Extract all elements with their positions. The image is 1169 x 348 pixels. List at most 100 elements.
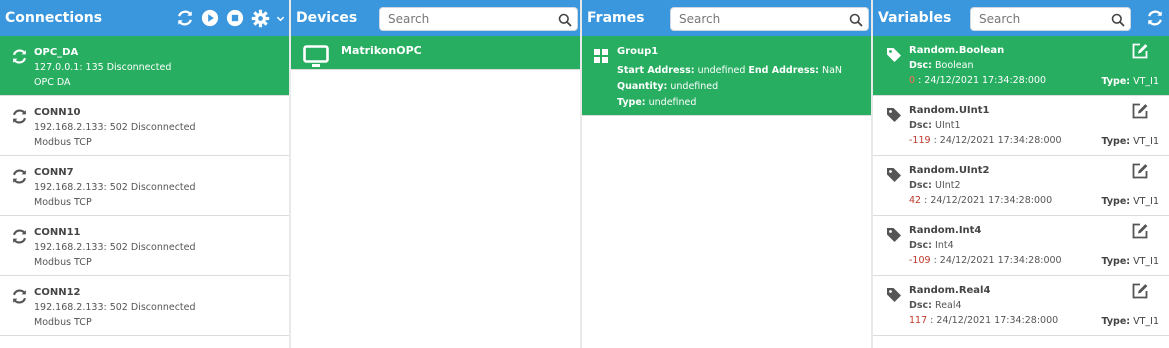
- refresh-icon: [11, 228, 28, 245]
- type-label: Type:: [1101, 136, 1131, 147]
- dsc-label: Dsc:: [909, 60, 932, 71]
- refresh-icon: [11, 108, 28, 125]
- variable-description: Dsc: Int4: [909, 238, 1169, 253]
- connection-item[interactable]: OPC_DA 127.0.0.1: 135 Disconnected OPC D…: [0, 36, 289, 96]
- refresh-icon: [11, 288, 28, 305]
- connection-protocol: Modbus TCP: [34, 317, 92, 328]
- variable-description: Dsc: UInt2: [909, 178, 1169, 193]
- variable-timestamp: : 24/12/2021 17:34:28:000: [927, 315, 1059, 326]
- dsc-label: Dsc:: [909, 240, 932, 251]
- connection-item[interactable]: CONN10 192.168.2.133: 502 Disconnected M…: [0, 96, 289, 156]
- frame-item[interactable]: Group1 Start Address: undefined End Addr…: [582, 36, 871, 116]
- search-icon[interactable]: [1111, 12, 1125, 27]
- connection-name: CONN12: [34, 287, 81, 298]
- variable-item[interactable]: Random.Real4 Dsc: Real4 117 : 24/12/2021…: [873, 276, 1169, 336]
- device-name: MatrikonOPC: [341, 44, 422, 57]
- variable-timestamp: : 24/12/2021 17:34:28:000: [915, 75, 1047, 86]
- edit-icon[interactable]: [1131, 282, 1149, 300]
- edit-icon[interactable]: [1131, 42, 1149, 60]
- tag-icon: [886, 47, 902, 63]
- refresh-icon[interactable]: [175, 8, 195, 28]
- devices-search-input[interactable]: [380, 12, 577, 26]
- quantity-value: undefined: [670, 81, 719, 92]
- play-icon[interactable]: [200, 8, 220, 28]
- type-label: Type:: [1101, 76, 1131, 87]
- variables-search-input[interactable]: [971, 12, 1130, 26]
- variable-type: Type: VT_I1: [1101, 76, 1159, 87]
- connection-name: CONN11: [34, 227, 81, 238]
- edit-icon[interactable]: [1131, 102, 1149, 120]
- variables-toolbar: [1145, 0, 1165, 36]
- search-icon[interactable]: [849, 12, 863, 27]
- connections-title: Connections: [5, 10, 103, 26]
- type-value: VT_I1: [1133, 256, 1159, 267]
- frames-search: [670, 7, 869, 31]
- variable-type: Type: VT_I1: [1101, 256, 1159, 267]
- connection-address: 192.168.2.133: 502 Disconnected: [34, 122, 196, 133]
- device-item[interactable]: MatrikonOPC: [291, 36, 580, 70]
- start-address-label: Start Address:: [617, 65, 695, 76]
- variable-item[interactable]: Random.UInt1 Dsc: UInt1 -119 : 24/12/202…: [873, 96, 1169, 156]
- variable-item[interactable]: Random.Int4 Dsc: Int4 -109 : 24/12/2021 …: [873, 216, 1169, 276]
- variables-panel: Variables Random.Boolean Dsc: Boolean 0 …: [873, 0, 1169, 348]
- variable-value: 42: [909, 195, 922, 206]
- connection-name: CONN7: [34, 167, 74, 178]
- variable-value: -109: [909, 255, 931, 266]
- variable-name: Random.Real4: [909, 285, 991, 296]
- quantity-label: Quantity:: [617, 81, 668, 92]
- stop-icon[interactable]: [225, 8, 245, 28]
- type-label: Type:: [1101, 256, 1131, 267]
- connection-protocol: OPC DA: [34, 77, 71, 88]
- variable-type: Type: VT_I1: [1101, 316, 1159, 327]
- type-value: undefined: [648, 97, 697, 108]
- frames-list: Group1 Start Address: undefined End Addr…: [582, 36, 871, 348]
- variables-search: [970, 7, 1131, 31]
- tag-icon: [886, 227, 902, 243]
- type-value: VT_I1: [1133, 136, 1159, 147]
- connections-panel: Connections OPC_DA 127.0.0.1: 135 Discon…: [0, 0, 289, 348]
- connection-item[interactable]: CONN7 192.168.2.133: 502 Disconnected Mo…: [0, 156, 289, 216]
- devices-search: [379, 7, 578, 31]
- variable-description: Dsc: UInt1: [909, 118, 1169, 133]
- variable-timestamp: : 24/12/2021 17:34:28:000: [921, 195, 1053, 206]
- dsc-label: Dsc:: [909, 180, 932, 191]
- variables-header: Variables: [873, 0, 1169, 36]
- variable-item[interactable]: Random.UInt2 Dsc: UInt2 42 : 24/12/2021 …: [873, 156, 1169, 216]
- search-icon[interactable]: [558, 12, 572, 27]
- connection-protocol: Modbus TCP: [34, 137, 92, 148]
- variable-name: Random.UInt2: [909, 165, 990, 176]
- connection-protocol: Modbus TCP: [34, 197, 92, 208]
- variable-value: 117: [909, 315, 928, 326]
- chevron-down-icon[interactable]: [275, 8, 285, 28]
- connection-name: OPC_DA: [34, 47, 79, 58]
- end-address-value: NaN: [821, 65, 843, 76]
- variable-value: -119: [909, 135, 931, 146]
- edit-icon[interactable]: [1131, 162, 1149, 180]
- variable-timestamp: : 24/12/2021 17:34:28:000: [930, 255, 1062, 266]
- variable-type: Type: VT_I1: [1101, 136, 1159, 147]
- type-label: Type:: [1101, 316, 1131, 327]
- connections-header: Connections: [0, 0, 289, 36]
- tag-icon: [886, 167, 902, 183]
- start-address-value: undefined: [697, 65, 746, 76]
- type-value: VT_I1: [1133, 316, 1159, 327]
- variable-item[interactable]: Random.Boolean Dsc: Boolean 0 : 24/12/20…: [873, 36, 1169, 96]
- frame-name: Group1: [617, 46, 659, 57]
- dsc-value: UInt2: [935, 180, 961, 191]
- variable-name: Random.Boolean: [909, 45, 1005, 56]
- gear-icon[interactable]: [250, 8, 270, 28]
- connection-item[interactable]: CONN11 192.168.2.133: 502 Disconnected M…: [0, 216, 289, 276]
- connection-address: 127.0.0.1: 135 Disconnected: [34, 62, 172, 73]
- devices-title: Devices: [296, 10, 358, 26]
- variable-description: Dsc: Real4: [909, 298, 1169, 313]
- refresh-icon[interactable]: [1145, 8, 1165, 28]
- connection-protocol: Modbus TCP: [34, 257, 92, 268]
- edit-icon[interactable]: [1131, 222, 1149, 240]
- frames-search-input[interactable]: [671, 12, 868, 26]
- refresh-icon: [11, 48, 28, 65]
- refresh-icon: [11, 168, 28, 185]
- connection-item[interactable]: CONN12 192.168.2.133: 502 Disconnected M…: [0, 276, 289, 336]
- dsc-label: Dsc:: [909, 300, 932, 311]
- monitor-icon: [303, 45, 329, 69]
- dsc-value: Boolean: [935, 60, 974, 71]
